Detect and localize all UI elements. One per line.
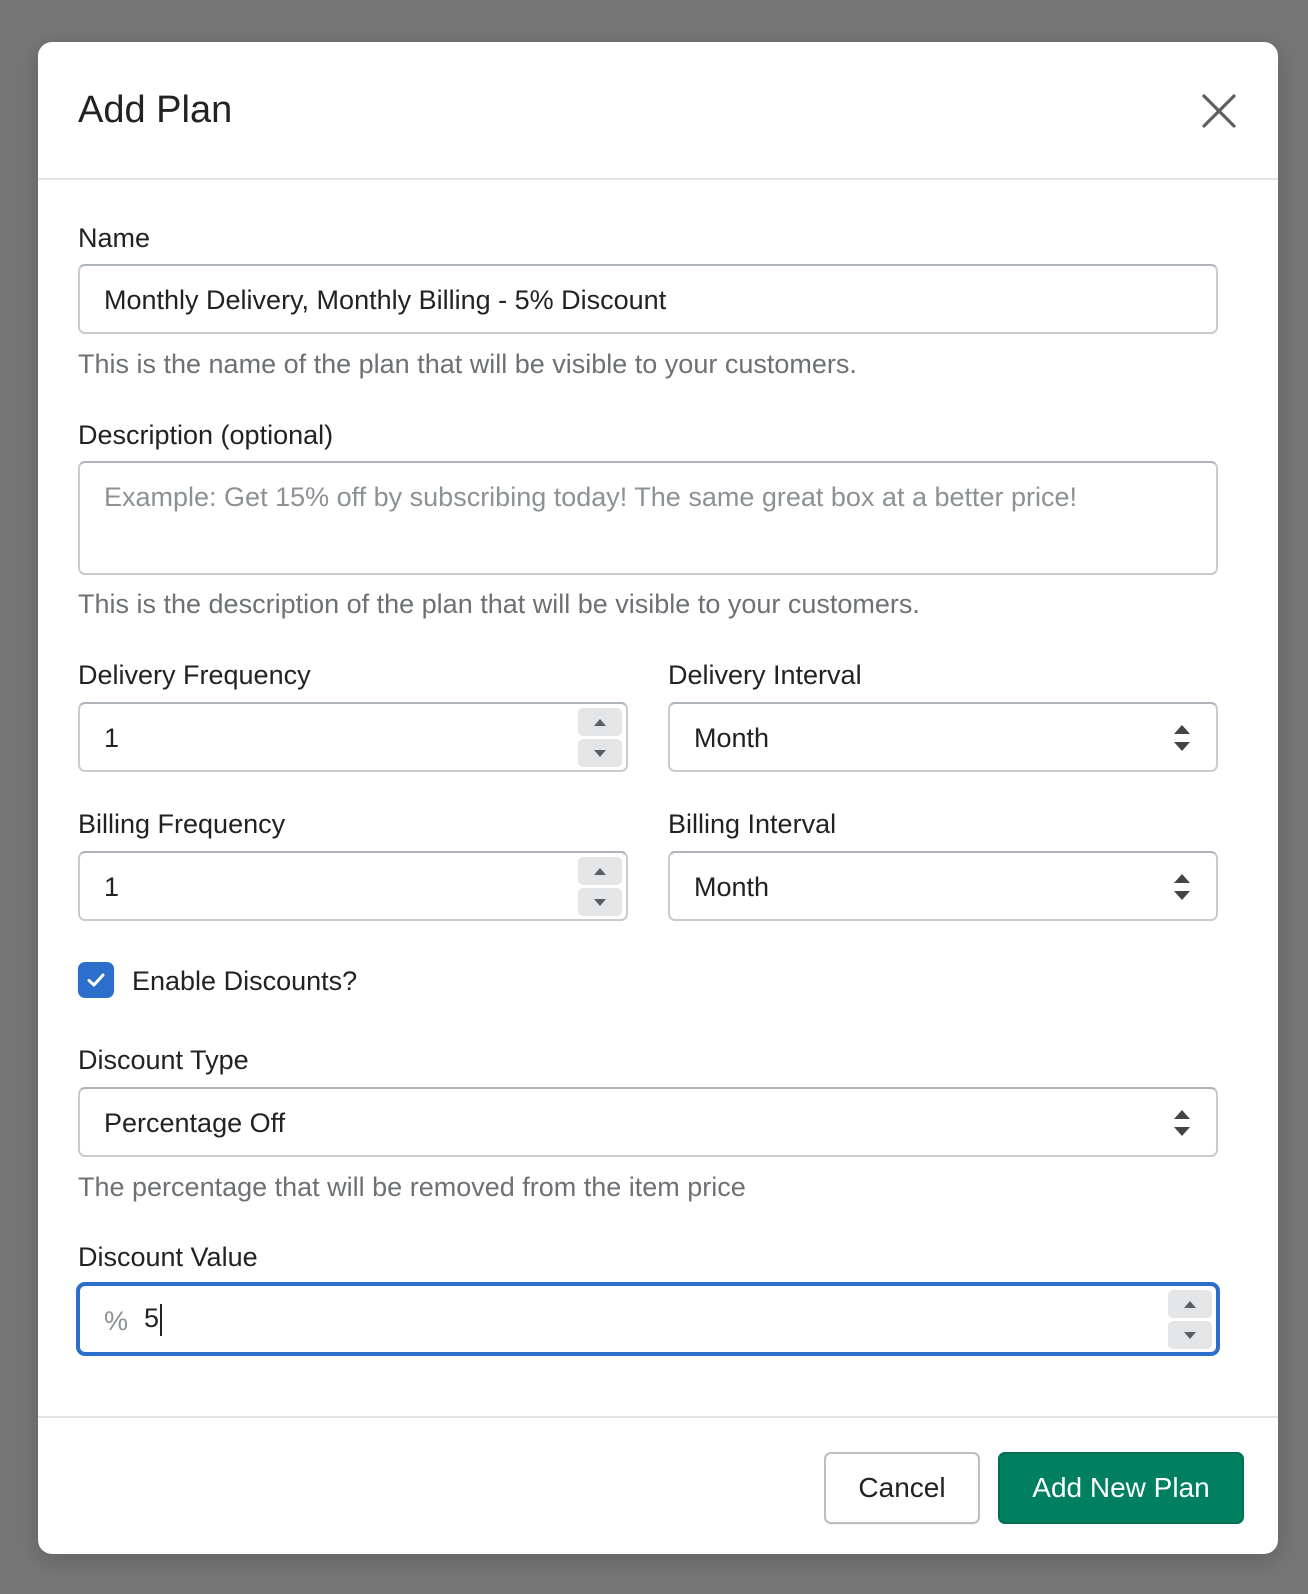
name-input-value: Monthly Delivery, Monthly Billing - 5% D… [104,285,667,315]
name-label: Name [78,223,151,253]
checkmark-icon [87,973,105,987]
enable-discounts-checkbox[interactable] [78,962,114,998]
caret-down-icon [594,898,606,906]
discount-type-select[interactable]: Percentage Off [78,1087,1218,1157]
select-arrows-icon [1174,874,1190,900]
discount-value-text: 5 [144,1302,163,1336]
description-textarea[interactable]: Example: Get 15% off by subscribing toda… [78,461,1218,575]
select-arrows-icon [1174,725,1190,751]
caret-down-icon [1184,1331,1196,1339]
discount-value-stepper [1168,1290,1212,1349]
close-icon [1202,94,1236,128]
billing-frequency-value: 1 [104,872,120,902]
text-cursor [160,1303,163,1336]
percent-prefix: % [104,1306,129,1336]
name-help-text: This is the name of the plan that will b… [78,349,857,379]
stepper-up-button[interactable] [578,708,622,736]
billing-interval-label: Billing Interval [668,809,837,839]
delivery-interval-select[interactable]: Month [668,702,1218,772]
stepper-down-button[interactable] [578,739,622,767]
discount-type-value: Percentage Off [104,1108,286,1138]
stepper-up-button[interactable] [1168,1290,1212,1318]
stepper-down-button[interactable] [578,888,622,916]
discount-value-input[interactable]: % 5 [78,1284,1218,1354]
billing-interval-value: Month [694,872,770,902]
modal-title: Add Plan [78,89,233,131]
cancel-button[interactable]: Cancel [824,1452,980,1524]
billing-frequency-stepper [578,857,622,916]
description-label: Description (optional) [78,420,334,450]
delivery-interval-value: Month [694,723,770,753]
description-help-text: This is the description of the plan that… [78,589,920,619]
modal-footer: Cancel Add New Plan [38,1416,1278,1554]
delivery-frequency-stepper [578,708,622,767]
close-button[interactable] [1198,90,1240,132]
enable-discounts-label[interactable]: Enable Discounts? [132,965,357,997]
caret-up-icon [1184,1300,1196,1308]
discount-type-help-text: The percentage that will be removed from… [78,1172,746,1202]
modal-header: Add Plan [38,42,1278,180]
billing-frequency-input[interactable]: 1 [78,851,628,921]
name-input[interactable]: Monthly Delivery, Monthly Billing - 5% D… [78,264,1218,334]
stepper-up-button[interactable] [578,857,622,885]
discount-value-label: Discount Value [78,1242,258,1272]
caret-down-icon [594,749,606,757]
caret-up-icon [594,718,606,726]
delivery-frequency-value: 1 [104,723,120,753]
billing-frequency-label: Billing Frequency [78,809,286,839]
delivery-frequency-label: Delivery Frequency [78,660,311,690]
select-arrows-icon [1174,1110,1190,1136]
delivery-interval-label: Delivery Interval [668,660,862,690]
billing-interval-select[interactable]: Month [668,851,1218,921]
stepper-down-button[interactable] [1168,1321,1212,1349]
discount-type-label: Discount Type [78,1045,249,1075]
caret-up-icon [594,867,606,875]
delivery-frequency-input[interactable]: 1 [78,702,628,772]
add-new-plan-button[interactable]: Add New Plan [998,1452,1244,1524]
description-placeholder: Example: Get 15% off by subscribing toda… [104,482,1078,512]
add-plan-modal: Add Plan Name Monthly Delivery, Monthly … [38,42,1278,1554]
